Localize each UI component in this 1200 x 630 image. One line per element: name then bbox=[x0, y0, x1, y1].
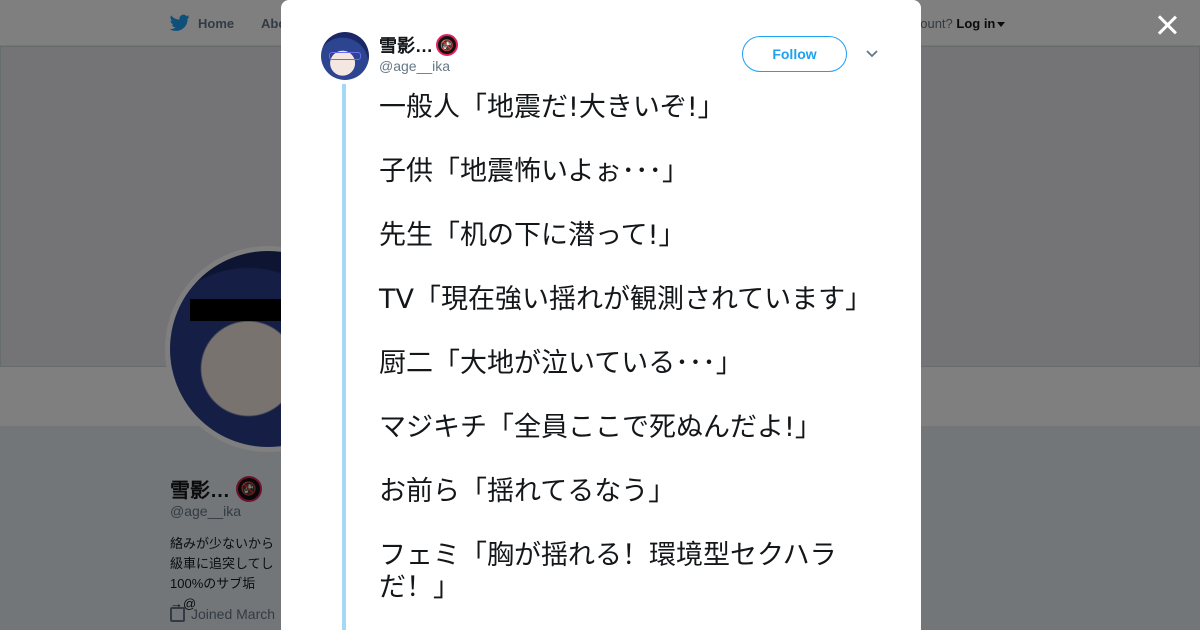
tweet-author-handle[interactable]: @age__ika bbox=[379, 58, 450, 74]
tweet-modal: 雪影… 🚱 @age__ika Follow 一般人「地震だ!大きいぞ!」 子供… bbox=[281, 0, 921, 630]
tweet-author-name-text: 雪影… bbox=[379, 36, 433, 56]
tweet-line: TV「現在強い揺れが観測されています」 bbox=[379, 284, 873, 315]
tweet-line: お前ら「揺れてるなう」 bbox=[379, 476, 676, 507]
tweet-line: 一般人「地震だ!大きいぞ!」 bbox=[379, 92, 725, 123]
glasses-icon bbox=[329, 52, 361, 60]
tweet-author-name[interactable]: 雪影… 🚱 bbox=[379, 32, 458, 58]
close-icon[interactable] bbox=[1154, 12, 1180, 38]
tweet-line: 厨二「大地が泣いている･･･」 bbox=[379, 348, 743, 379]
tweet-text: 一般人「地震だ!大きいぞ!」 子供「地震怖いよぉ･･･」 先生「机の下に潜って!… bbox=[379, 92, 873, 630]
tweet-author-avatar[interactable] bbox=[321, 32, 369, 80]
chevron-down-icon[interactable] bbox=[865, 46, 879, 60]
thread-line bbox=[342, 84, 346, 630]
tweet-line: 子供「地震怖いよぉ･･･」 bbox=[379, 156, 689, 187]
follow-button[interactable]: Follow bbox=[742, 36, 847, 72]
tweet-line: フェミ「胸が揺れる！環境型セクハラだ！」 bbox=[379, 540, 837, 603]
tweet-line: 先生「机の下に潜って!」 bbox=[379, 220, 686, 251]
no-water-badge-icon: 🚱 bbox=[436, 34, 458, 56]
tweet-line: マジキチ「全員ここで死ぬんだよ!」 bbox=[379, 412, 822, 443]
